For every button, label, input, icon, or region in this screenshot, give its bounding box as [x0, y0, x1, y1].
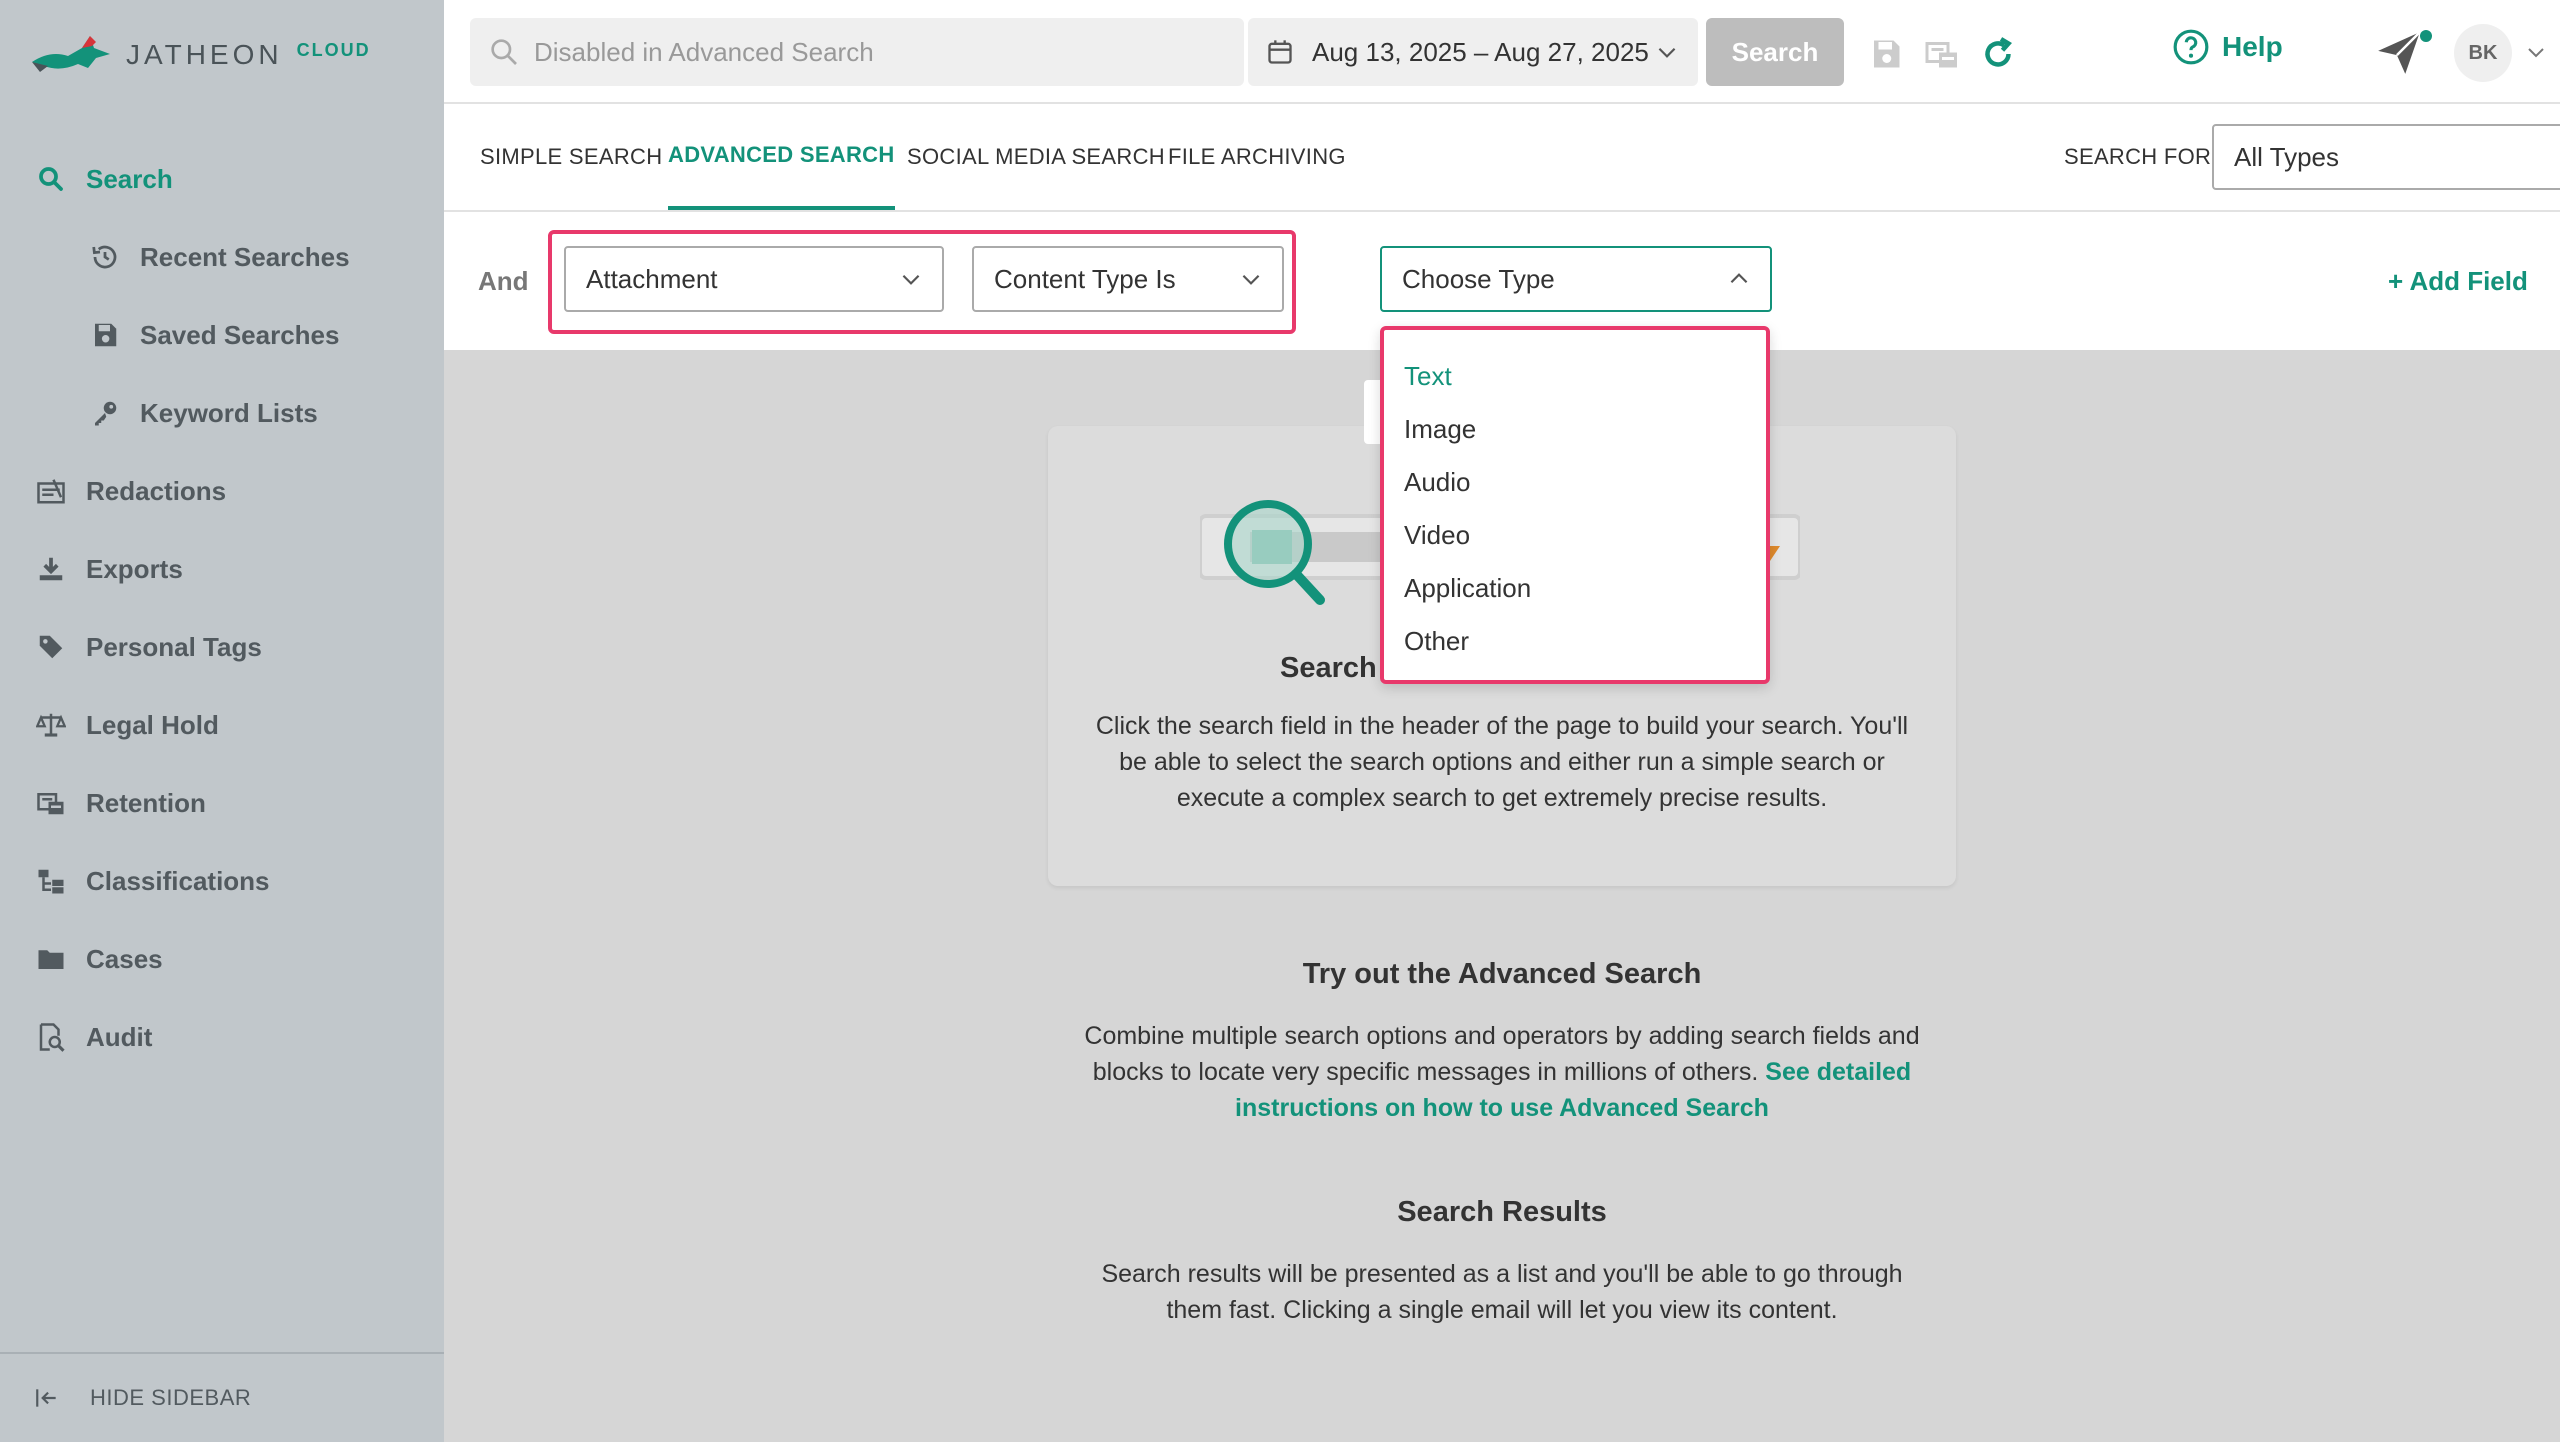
search-button[interactable]: Search	[1706, 18, 1844, 86]
option-text[interactable]: Text	[1384, 350, 1766, 403]
sidebar-item-label: Personal Tags	[86, 631, 262, 662]
chevron-down-icon[interactable]	[2524, 40, 2548, 64]
sidebar-item-search[interactable]: Search	[0, 140, 444, 218]
calendar-icon	[1268, 40, 1292, 64]
sidebar-item-cases[interactable]: Cases	[0, 920, 444, 998]
brand-suffix: CLOUD	[296, 39, 371, 60]
redaction-icon	[34, 474, 68, 508]
scale-icon	[34, 708, 68, 742]
search-results-description: Search results will be presented as a li…	[1101, 1260, 1903, 1324]
search-input[interactable]	[534, 36, 1214, 68]
advanced-search-description: Combine multiple search options and oper…	[1052, 1018, 1952, 1126]
tab-simple-search[interactable]: SIMPLE SEARCH	[480, 104, 662, 210]
sidebar-item-label: Retention	[86, 787, 206, 818]
field-select-value: Attachment	[586, 263, 718, 294]
sidebar-item-label: Keyword Lists	[140, 397, 318, 428]
jatheon-logo[interactable]: JATHEON CLOUD	[30, 30, 371, 80]
help-label: Help	[2222, 31, 2283, 62]
search-icon	[491, 39, 517, 65]
audit-icon	[34, 1020, 68, 1054]
sidebar-item-label: Redactions	[86, 475, 227, 506]
history-icon	[88, 240, 122, 274]
tag-icon	[34, 630, 68, 664]
search-for-label: SEARCH FOR:	[2064, 144, 2218, 169]
folder-icon	[34, 942, 68, 976]
global-search[interactable]	[470, 18, 1244, 86]
card-description: Click the search field in the header of …	[1095, 712, 1909, 812]
help-link[interactable]: Help	[2172, 28, 2283, 66]
sidebar-item-label: Audit	[86, 1021, 153, 1052]
search-tabs: SIMPLE SEARCH ADVANCED SEARCH SOCIAL MED…	[444, 104, 2560, 212]
sidebar-item-legal-hold[interactable]: Legal Hold	[0, 686, 444, 764]
search-icon	[34, 162, 68, 196]
option-audio[interactable]: Audio	[1384, 456, 1766, 509]
sidebar-item-label: Cases	[86, 943, 163, 974]
sidebar-item-keyword-lists[interactable]: Keyword Lists	[0, 374, 444, 452]
chevron-up-icon	[1730, 273, 1748, 284]
date-range-picker[interactable]: Aug 13, 2025 – Aug 27, 2025	[1248, 18, 1698, 86]
tab-advanced-search[interactable]: ADVANCED SEARCH	[668, 104, 895, 210]
field-select[interactable]: Attachment	[564, 246, 944, 312]
retention-icon	[1925, 42, 1957, 68]
search-for-select[interactable]: All Types	[2212, 124, 2560, 190]
sidebar-item-label: Classifications	[86, 865, 270, 896]
retention-action-button[interactable]	[1922, 34, 1962, 74]
chevron-down-icon	[1242, 274, 1260, 285]
hierarchy-icon	[34, 864, 68, 898]
sidebar-item-audit[interactable]: Audit	[0, 998, 444, 1076]
operator-label[interactable]: And	[478, 266, 529, 297]
notification-dot	[2420, 30, 2432, 42]
sidebar-item-label: Search	[86, 163, 173, 194]
option-video[interactable]: Video	[1384, 509, 1766, 562]
advanced-search-title: Try out the Advanced Search	[1302, 958, 1702, 990]
sidebar-item-classifications[interactable]: Classifications	[0, 842, 444, 920]
option-other[interactable]: Other	[1384, 615, 1766, 668]
refresh-icon	[1985, 37, 2012, 67]
save-icon	[88, 318, 122, 352]
retention-icon	[34, 786, 68, 820]
top-header: Aug 13, 2025 – Aug 27, 2025 Search Help …	[444, 0, 2560, 104]
chevron-down-icon	[902, 274, 920, 285]
save-search-button[interactable]	[1866, 34, 1906, 74]
sidebar-nav: Search Recent Searches Saved Searches Ke…	[0, 140, 444, 1076]
collapse-left-icon	[36, 1389, 56, 1407]
tab-social-media-search[interactable]: SOCIAL MEDIA SEARCH	[907, 104, 1165, 210]
sidebar-item-label: Recent Searches	[140, 241, 350, 272]
hide-sidebar-label: HIDE SIDEBAR	[90, 1385, 252, 1410]
search-results-title: Search Results	[1397, 1196, 1607, 1228]
condition-select-value: Content Type Is	[994, 263, 1176, 294]
sidebar-item-label: Exports	[86, 553, 183, 584]
sidebar: JATHEON CLOUD Search Recent Searches Sav…	[0, 0, 444, 1442]
content-type-select[interactable]: Choose Type	[1380, 246, 1772, 312]
sidebar-item-retention[interactable]: Retention	[0, 764, 444, 842]
help-icon	[2173, 29, 2209, 65]
sidebar-item-saved-searches[interactable]: Saved Searches	[0, 296, 444, 374]
chevron-down-icon	[1658, 47, 1676, 58]
sidebar-item-redactions[interactable]: Redactions	[0, 452, 444, 530]
refresh-button[interactable]	[1978, 34, 2018, 74]
sidebar-item-label: Legal Hold	[86, 709, 219, 740]
brand-name: JATHEON	[126, 39, 283, 70]
sidebar-item-personal-tags[interactable]: Personal Tags	[0, 608, 444, 686]
content-type-placeholder: Choose Type	[1402, 263, 1555, 294]
key-icon	[88, 396, 122, 430]
option-application[interactable]: Application	[1384, 562, 1766, 615]
save-icon	[1874, 40, 1900, 68]
send-icon[interactable]	[2374, 28, 2424, 78]
fox-logo-icon	[32, 36, 110, 72]
hide-sidebar-button[interactable]: HIDE SIDEBAR	[0, 1352, 444, 1442]
sidebar-item-label: Saved Searches	[140, 319, 340, 350]
option-image[interactable]: Image	[1384, 403, 1766, 456]
sidebar-item-exports[interactable]: Exports	[0, 530, 444, 608]
date-range-value: Aug 13, 2025 – Aug 27, 2025	[1312, 36, 1649, 67]
search-for-value: All Types	[2234, 141, 2340, 172]
avatar[interactable]: BK	[2454, 24, 2512, 82]
tab-file-archiving[interactable]: FILE ARCHIVING	[1168, 104, 1346, 210]
add-field-button[interactable]: + Add Field	[2388, 266, 2528, 297]
condition-select[interactable]: Content Type Is	[972, 246, 1284, 312]
content-type-dropdown: Text Image Audio Video Application Other	[1380, 326, 1770, 684]
sidebar-item-recent-searches[interactable]: Recent Searches	[0, 218, 444, 296]
download-icon	[34, 552, 68, 586]
